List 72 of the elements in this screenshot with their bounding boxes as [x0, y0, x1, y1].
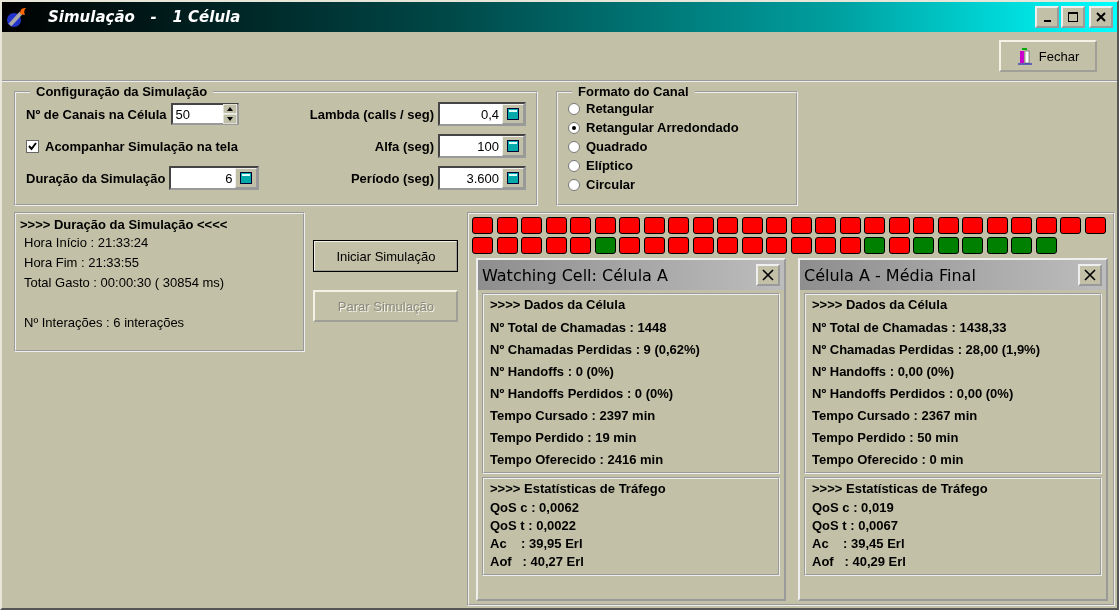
stat-text: QoS c : 0,0062	[490, 500, 580, 517]
stat-text: Tempo Perdido : 19 min	[490, 428, 638, 447]
group-title: Configuração da Simulação	[35, 84, 209, 99]
calculator-icon	[507, 140, 519, 152]
field-label: Lambda (calls / seg)	[309, 106, 434, 122]
stat-text: QoS t : 0,0022	[490, 518, 577, 535]
info-text: Total Gasto : 00:00:30 ( 30854 ms)	[23, 275, 226, 292]
minimize-icon	[1043, 19, 1051, 22]
stat-text: Nº Handoffs : 0,00 (0%)	[812, 362, 955, 381]
radio-option[interactable]: Retangular Arredondado	[568, 118, 786, 137]
minimize-button[interactable]	[1035, 6, 1059, 28]
stat-text: Tempo Cursado : 2397 min	[490, 406, 657, 425]
stat-text: Tempo Perdido : 50 min	[812, 428, 960, 447]
stat-text: QoS t : 0,0067	[812, 518, 899, 535]
panel-title: Célula A - Média Final	[804, 265, 976, 285]
field-label: Nº de Canais na Célula	[26, 106, 167, 122]
stat-text: Nº Total de Chamadas : 1438,33	[812, 318, 1008, 337]
section-title: >>>> Estatísticas de Tráfego	[490, 481, 667, 498]
section-title: >>>> Dados da Célula	[812, 297, 949, 314]
stat-text: Aof : 40,27 Erl	[490, 554, 585, 571]
simulation-button[interactable]: Iniciar Simulação	[313, 240, 459, 272]
stat-text: Tempo Oferecido : 0 min	[812, 450, 965, 469]
input-field[interactable]: 0,4	[438, 102, 526, 126]
field-label: Duração da Simulação	[26, 170, 166, 186]
info-text: Hora Início : 21:33:24	[23, 235, 150, 252]
input-field[interactable]: 100	[438, 134, 526, 158]
panel-title: Watching Cell: Célula A	[482, 265, 668, 285]
close-button[interactable]	[1089, 6, 1113, 28]
torch-icon	[6, 6, 28, 28]
close-button[interactable]	[756, 264, 780, 286]
stat-text: Nº Total de Chamadas : 1448	[490, 318, 668, 337]
close-icon	[1096, 12, 1106, 22]
calculator-icon	[240, 172, 253, 184]
field-label: Alfa (seg)	[374, 138, 434, 154]
stat-text: Aof : 40,29 Erl	[812, 554, 907, 571]
close-button[interactable]	[1078, 264, 1102, 286]
info-text: Nº Interações : 6 interações	[23, 315, 186, 332]
stat-text: QoS c : 0,019	[812, 500, 895, 517]
stat-text: Nº Chamadas Perdidas : 9 (0,62%)	[490, 340, 701, 359]
calculator-icon	[507, 108, 519, 120]
input-field[interactable]: 3.600	[438, 166, 526, 190]
spin-arrows-icon[interactable]	[222, 104, 237, 124]
panel-title: >>>> Duração da Simulação <<<<	[20, 217, 229, 234]
close-icon	[1084, 269, 1096, 281]
input-field[interactable]: 6	[169, 166, 260, 190]
close-window-button[interactable]: Fechar	[999, 40, 1097, 72]
stat-text: Nº Handoffs : 0 (0%)	[490, 362, 615, 381]
window-title: Simulação - 1 Célula	[48, 8, 241, 26]
radio-option[interactable]: Elíptico	[568, 156, 786, 175]
radio-option[interactable]: Quadrado	[568, 137, 786, 156]
stat-text: Ac : 39,95 Erl	[490, 536, 584, 553]
stat-text: Nº Chamadas Perdidas : 28,00 (1,9%)	[812, 340, 1041, 359]
maximize-icon	[1068, 12, 1078, 22]
radio-option[interactable]: Retangular	[568, 99, 786, 118]
spin-field[interactable]: 50	[170, 103, 239, 125]
info-text: Hora Fim : 21:33:55	[23, 255, 140, 272]
radio-option[interactable]: Circular	[568, 175, 786, 194]
stat-text: Nº Handoffs Perdidos : 0 (0%)	[490, 384, 675, 403]
door-icon	[1016, 47, 1033, 65]
calculator-icon	[507, 172, 519, 184]
field-label: Período (seg)	[350, 170, 434, 186]
checkbox[interactable]: Acompanhar Simulação na tela	[26, 133, 260, 159]
stat-text: Nº Handoffs Perdidos : 0,00 (0%)	[812, 384, 1015, 403]
section-title: >>>> Estatísticas de Tráfego	[812, 481, 989, 498]
maximize-button[interactable]	[1061, 6, 1085, 28]
stat-text: Tempo Cursado : 2367 min	[812, 406, 979, 425]
section-title: >>>> Dados da Célula	[490, 297, 627, 314]
stat-text: Tempo Oferecido : 2416 min	[490, 450, 665, 469]
close-icon	[762, 269, 774, 281]
stat-text: Ac : 39,45 Erl	[812, 536, 906, 553]
group-title: Formato do Canal	[577, 84, 690, 99]
check-icon	[27, 140, 38, 152]
